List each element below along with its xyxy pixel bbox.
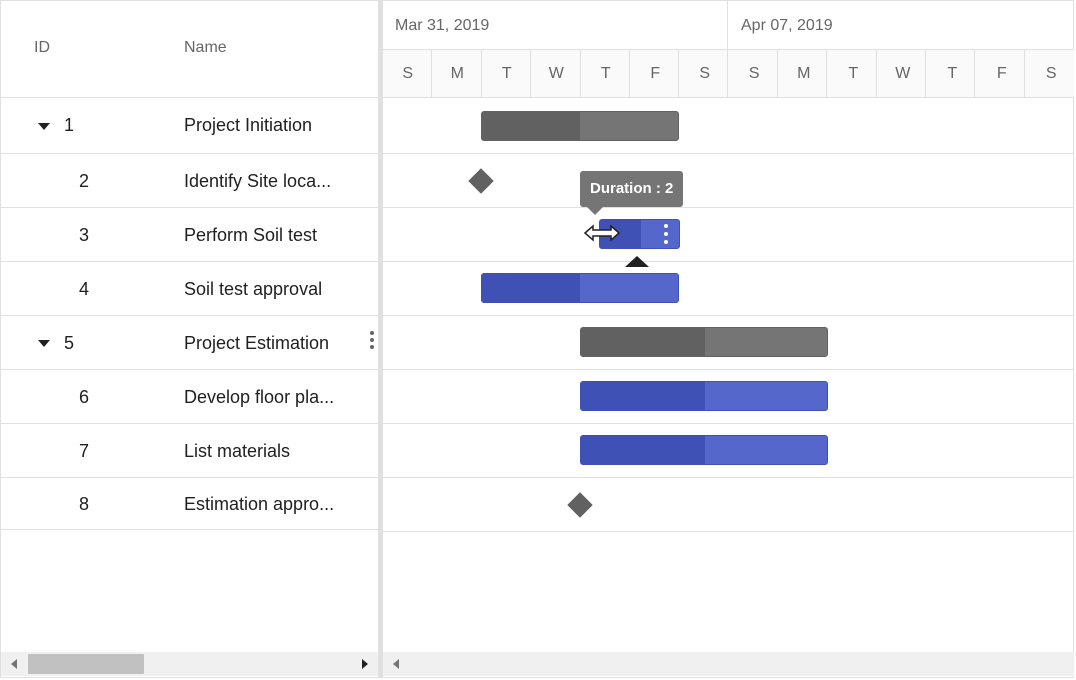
day-divider bbox=[530, 50, 531, 97]
day-label: T bbox=[848, 65, 859, 82]
day-divider bbox=[876, 50, 877, 97]
row-id: 6 bbox=[79, 387, 90, 407]
row-name: Project Estimation bbox=[184, 333, 330, 353]
child-taskbar[interactable] bbox=[580, 435, 828, 465]
row-name: Soil test approval bbox=[184, 279, 323, 299]
caret-down-icon[interactable] bbox=[38, 340, 50, 347]
column-header-id[interactable]: ID bbox=[34, 39, 50, 57]
chart-pane: Mar 31, 2019 Apr 07, 2019 S M T W T F S … bbox=[383, 1, 1074, 677]
scroll-thumb[interactable] bbox=[28, 654, 144, 674]
table-row[interactable]: 6 Develop floor pla... bbox=[1, 370, 378, 424]
day-label: M bbox=[797, 65, 811, 82]
duration-tooltip: Duration : 2 bbox=[580, 171, 684, 207]
day-label: W bbox=[548, 65, 564, 82]
day-label: T bbox=[947, 65, 958, 82]
header-divider bbox=[383, 97, 1074, 98]
row-id: 1 bbox=[64, 115, 75, 135]
timeline-day-row: S M T W T F S S M T W T F S bbox=[383, 50, 1074, 97]
chart-horizontal-scrollbar[interactable] bbox=[383, 652, 1074, 676]
child-taskbar[interactable] bbox=[580, 381, 828, 411]
row-divider bbox=[383, 531, 1074, 532]
milestone-diamond[interactable] bbox=[567, 492, 593, 518]
day-label: F bbox=[996, 65, 1007, 82]
scroll-left-arrow-icon[interactable] bbox=[11, 659, 17, 669]
table-row[interactable]: 5 Project Estimation bbox=[1, 316, 378, 370]
tooltip-arrow bbox=[587, 207, 603, 215]
vertical-dots-icon[interactable] bbox=[664, 224, 668, 244]
row-id: 3 bbox=[79, 225, 90, 245]
row-name: Develop floor pla... bbox=[184, 387, 335, 407]
day-divider bbox=[580, 50, 581, 97]
table-row[interactable]: 7 List materials bbox=[1, 424, 378, 478]
table-row[interactable]: 4 Soil test approval bbox=[1, 262, 378, 316]
table-row[interactable]: 3 Perform Soil test bbox=[1, 208, 378, 262]
timeline-week-label: Apr 07, 2019 bbox=[741, 17, 833, 34]
day-divider bbox=[727, 50, 728, 97]
day-divider bbox=[481, 50, 482, 97]
row-name: Estimation appro... bbox=[184, 494, 335, 514]
row-divider bbox=[383, 153, 1074, 154]
resize-horizontal-cursor-icon bbox=[584, 224, 620, 242]
milestone-diamond[interactable] bbox=[468, 168, 494, 194]
row-divider bbox=[383, 423, 1074, 424]
row-divider bbox=[383, 261, 1074, 262]
row-name: Perform Soil test bbox=[184, 225, 318, 245]
row-id: 2 bbox=[79, 171, 90, 191]
row-divider bbox=[1, 529, 378, 530]
parent-taskbar[interactable] bbox=[481, 111, 679, 141]
taskbar-progress bbox=[482, 274, 580, 302]
day-divider bbox=[974, 50, 975, 97]
row-id: 5 bbox=[64, 333, 75, 353]
day-label: S bbox=[1045, 65, 1057, 82]
taskbar-progress bbox=[482, 112, 580, 140]
row-divider bbox=[383, 369, 1074, 370]
child-taskbar[interactable] bbox=[481, 273, 679, 303]
scroll-right-arrow-icon[interactable] bbox=[362, 659, 368, 669]
row-name: Identify Site loca... bbox=[184, 171, 332, 191]
row-id: 7 bbox=[79, 441, 90, 461]
column-header-name[interactable]: Name bbox=[184, 39, 227, 57]
caret-down-icon[interactable] bbox=[38, 123, 50, 130]
timeline-week-label: Mar 31, 2019 bbox=[395, 17, 490, 34]
parent-taskbar[interactable] bbox=[580, 327, 828, 357]
day-label: S bbox=[402, 65, 414, 82]
vertical-dots-icon[interactable] bbox=[370, 331, 374, 352]
day-divider bbox=[678, 50, 679, 97]
table-row[interactable]: 8 Estimation appro... bbox=[1, 478, 378, 530]
table-row[interactable]: 1 Project Initiation bbox=[1, 98, 378, 153]
day-label: S bbox=[748, 65, 760, 82]
row-name: Project Initiation bbox=[184, 115, 313, 135]
row-divider bbox=[383, 207, 1074, 208]
taskbar-progress bbox=[581, 328, 706, 356]
day-divider bbox=[925, 50, 926, 97]
day-label: S bbox=[699, 65, 711, 82]
day-divider bbox=[1024, 50, 1025, 97]
row-id: 8 bbox=[79, 494, 90, 514]
day-label: T bbox=[501, 65, 512, 82]
row-divider bbox=[383, 315, 1074, 316]
day-divider bbox=[629, 50, 630, 97]
row-name: List materials bbox=[184, 441, 291, 461]
taskbar-progress bbox=[581, 436, 706, 464]
row-divider bbox=[383, 477, 1074, 478]
scroll-left-arrow-icon[interactable] bbox=[393, 659, 399, 669]
day-divider bbox=[826, 50, 827, 97]
day-label: T bbox=[600, 65, 611, 82]
day-label: W bbox=[895, 65, 911, 82]
day-divider bbox=[431, 50, 432, 97]
taskbar-progress bbox=[581, 382, 706, 410]
grid-horizontal-scrollbar[interactable] bbox=[1, 652, 378, 676]
week-divider bbox=[727, 1, 728, 49]
row-id: 4 bbox=[79, 279, 90, 299]
table-row[interactable]: 2 Identify Site loca... bbox=[1, 154, 378, 208]
grid-pane: ID Name 1 Project Initiation 2 Identify … bbox=[1, 1, 378, 677]
day-label: F bbox=[650, 65, 661, 82]
day-label: M bbox=[450, 65, 464, 82]
day-divider bbox=[777, 50, 778, 97]
connector-triangle-icon[interactable] bbox=[625, 256, 649, 267]
